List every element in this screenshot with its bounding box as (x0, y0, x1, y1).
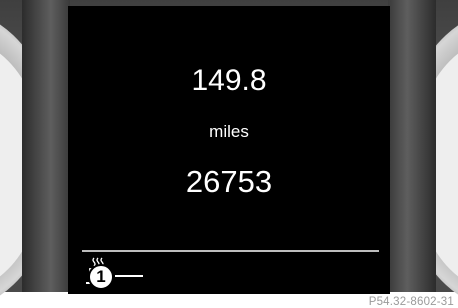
trip-value: 149.8 (191, 64, 267, 97)
right-display-rim (388, 0, 436, 292)
distance-unit: miles (209, 122, 249, 141)
figure-reference: P54.32-8602-31 (366, 296, 456, 308)
instrument-cluster: 149.8 miles 26753 1 P54.32-8602-31 (0, 0, 458, 308)
left-display-rim (22, 0, 70, 292)
callout-number-badge: 1 (88, 264, 114, 290)
callout-leader-line (115, 275, 143, 277)
odometer-value: 26753 (185, 164, 273, 199)
multifunction-display: 149.8 miles 26753 (68, 6, 390, 294)
display-divider (82, 250, 379, 252)
